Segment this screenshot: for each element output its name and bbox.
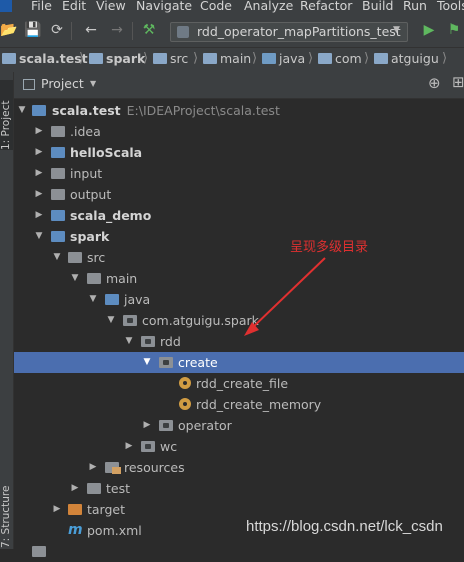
annotation-arrow [244, 257, 326, 336]
watermark: https://blog.csdn.net/lck_csdn [246, 518, 443, 535]
